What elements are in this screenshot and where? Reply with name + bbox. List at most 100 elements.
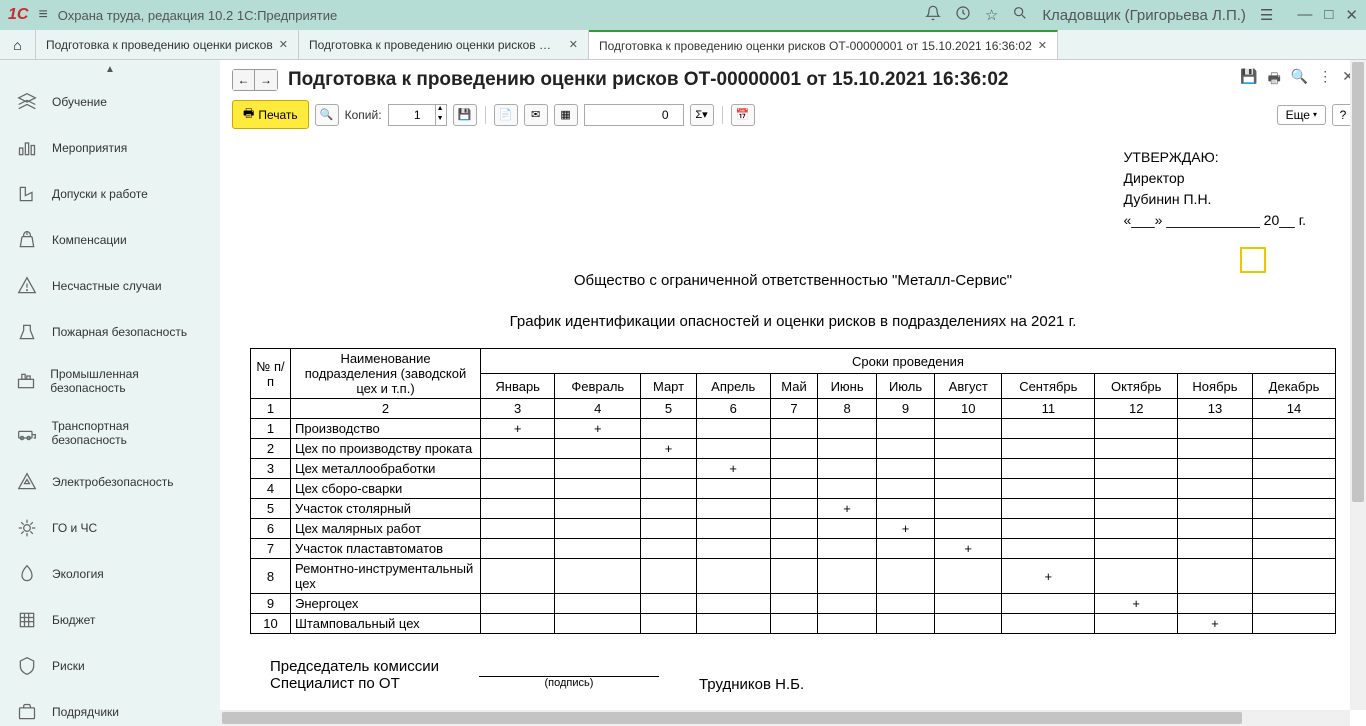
user-label[interactable]: Кладовщик (Григорьева Л.П.) (1042, 7, 1246, 24)
table-row: 6Цех малярных работ+ (251, 519, 1336, 539)
cell (818, 559, 876, 594)
titlebar-actions: ☆ Кладовщик (Григорьева Л.П.) ☰ — □ ✕ (925, 5, 1358, 25)
save-icon[interactable]: 💾 (1240, 68, 1257, 92)
cell (481, 539, 555, 559)
more-icon[interactable]: ⋮ (1318, 68, 1332, 92)
cell (696, 614, 770, 634)
cell (1002, 614, 1095, 634)
sidebar-up-icon[interactable]: ▲ (0, 60, 220, 79)
sidebar-item[interactable]: Компенсации (0, 217, 220, 263)
scrollbar-vertical[interactable] (1350, 60, 1366, 710)
preview-icon[interactable]: 🔍 (1291, 68, 1308, 92)
row-name: Участок столярный (291, 499, 481, 519)
save-button[interactable]: 💾 (453, 104, 477, 126)
preview-button[interactable]: 🔍 (315, 104, 339, 126)
sidebar-item[interactable]: Несчастные случаи (0, 263, 220, 309)
cell (1095, 559, 1177, 594)
cell (641, 519, 697, 539)
cell (1253, 479, 1336, 499)
month-header: Май (770, 374, 818, 399)
sidebar-item[interactable]: Допуски к работе (0, 171, 220, 217)
star-icon[interactable]: ☆ (985, 6, 998, 24)
tab-1[interactable]: Подготовка к проведению оценки рисков✕ (36, 30, 299, 59)
sidebar-item[interactable]: Транспортная безопасность (0, 407, 220, 459)
sidebar-label: Допуски к работе (52, 187, 148, 201)
cell (641, 499, 697, 519)
sigma-button[interactable]: Σ▾ (690, 104, 714, 126)
sum-input[interactable] (584, 104, 684, 126)
sidebar-icon (16, 517, 38, 539)
cell (555, 614, 641, 634)
sidebar-item[interactable]: Экология (0, 551, 220, 597)
row-num: 3 (251, 459, 291, 479)
close-icon[interactable]: ✕ (1345, 6, 1358, 24)
sidebar-item[interactable]: Риски (0, 643, 220, 689)
cell (1095, 614, 1177, 634)
home-tab[interactable]: ⌂ (0, 30, 36, 59)
cell (1095, 479, 1177, 499)
col-num-header: 8 (818, 399, 876, 419)
sidebar-item[interactable]: Промышленная безопасность (0, 355, 220, 407)
cell (641, 459, 697, 479)
col-num-header: 9 (876, 399, 935, 419)
sidebar-item[interactable]: Подрядчики (0, 689, 220, 726)
back-button[interactable]: ← (233, 70, 255, 90)
cell (1253, 614, 1336, 634)
maximize-icon[interactable]: □ (1324, 6, 1333, 24)
history-icon[interactable] (955, 5, 971, 25)
cell (481, 614, 555, 634)
cell (1177, 439, 1252, 459)
forward-button[interactable]: → (255, 70, 277, 90)
cell (876, 439, 935, 459)
tab-close-icon[interactable]: ✕ (279, 38, 288, 51)
col-num-header: 5 (641, 399, 697, 419)
sidebar-item[interactable]: ГО и ЧС (0, 505, 220, 551)
copies-spinner[interactable]: ▲▼ (435, 104, 447, 126)
sidebar-item[interactable]: Обучение (0, 79, 220, 125)
menu-icon[interactable]: ≡ (38, 6, 47, 24)
row-num: 5 (251, 499, 291, 519)
cell (876, 459, 935, 479)
sidebar-item[interactable]: Пожарная безопасность (0, 309, 220, 355)
cell: + (1002, 559, 1095, 594)
footer-sign: Председатель комиссии Специалист по ОТ (… (250, 658, 1336, 693)
settings-icon[interactable]: ☰ (1260, 6, 1273, 24)
cell (481, 479, 555, 499)
row-num: 4 (251, 479, 291, 499)
cell (935, 479, 1002, 499)
cell (1177, 519, 1252, 539)
doc-title: График идентификации опасностей и оценки… (250, 313, 1336, 330)
chairman-position: Специалист по ОТ (270, 675, 439, 692)
sidebar-label: Обучение (52, 95, 107, 109)
cell (1002, 539, 1095, 559)
sidebar: ▲ Обучение Мероприятия Допуски к работе Ком… (0, 60, 220, 726)
bell-icon[interactable] (925, 5, 941, 25)
calendar-button[interactable]: 📅 (731, 104, 755, 126)
chairman-label: Председатель комиссии (270, 658, 439, 675)
cell (696, 439, 770, 459)
tool-btn-2[interactable]: ▦ (554, 104, 578, 126)
tab-close-icon[interactable]: ✕ (1038, 39, 1047, 52)
sidebar-item[interactable]: Мероприятия (0, 125, 220, 171)
copies-input[interactable] (388, 104, 436, 126)
cell (935, 519, 1002, 539)
sidebar-item[interactable]: Электробезопасность (0, 459, 220, 505)
sidebar-item[interactable]: Бюджет (0, 597, 220, 643)
cell (1095, 419, 1177, 439)
tab-close-icon[interactable]: ✕ (569, 38, 578, 51)
col-num-header: 14 (1253, 399, 1336, 419)
print-button[interactable]: 🖶 Печать (232, 100, 309, 129)
sidebar-label: Электробезопасность (52, 475, 174, 489)
print-icon[interactable]: 🖶 (1268, 68, 1281, 92)
scrollbar-horizontal[interactable] (220, 710, 1350, 726)
copies-label: Копий: (345, 108, 382, 122)
tab-3[interactable]: Подготовка к проведению оценки рисков ОТ… (589, 30, 1058, 59)
cell (818, 519, 876, 539)
minimize-icon[interactable]: — (1297, 6, 1312, 24)
search-icon[interactable] (1012, 5, 1028, 25)
more-button[interactable]: Еще▾ (1277, 105, 1326, 125)
tab-2[interactable]: Подготовка к проведению оценки рисков № … (299, 30, 589, 59)
mail-button[interactable]: ✉ (524, 104, 548, 126)
tool-btn-1[interactable]: 📄 (494, 104, 518, 126)
cell (555, 439, 641, 459)
